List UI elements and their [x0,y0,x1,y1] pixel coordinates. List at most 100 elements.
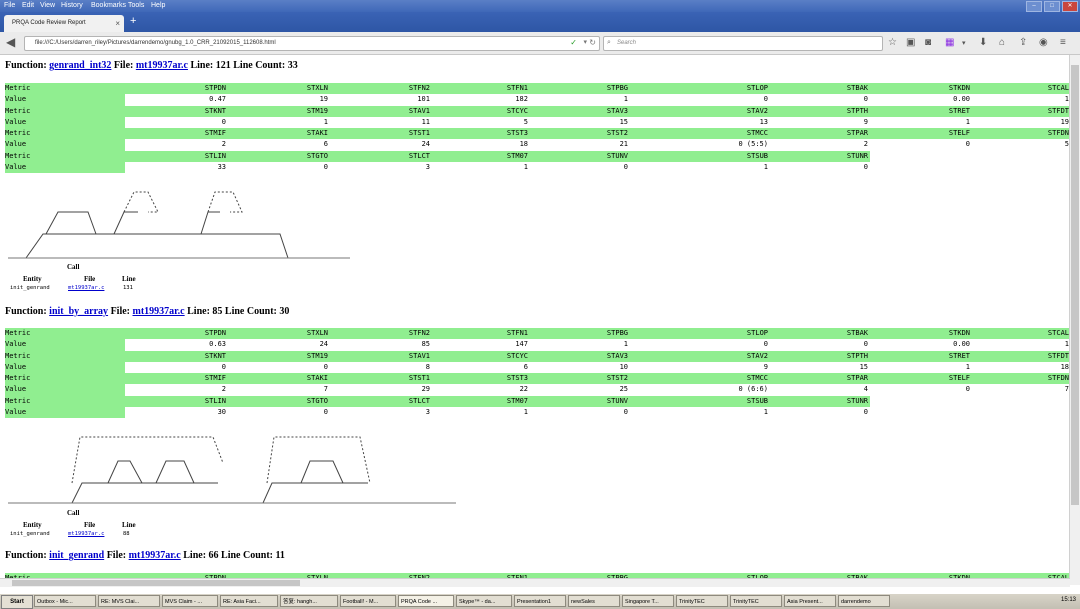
taskbar-item[interactable]: TrinityTEC [676,595,728,607]
taskbar-item[interactable]: Presentation1 [514,595,566,607]
menu-bookmarks[interactable]: Bookmarks [91,2,126,9]
metric-name-cell: STPAR [770,373,870,385]
file-label: File: [106,550,127,561]
metric-name-cell: STM07 [432,150,530,163]
metric-name: STELF [948,129,970,138]
metric-name: STST2 [606,129,628,138]
metric-value: 1 [523,408,528,417]
metric-value-cell: 7 [228,384,330,396]
line-value: 85 [212,306,223,317]
minimize-button[interactable]: – [1026,1,1042,12]
taskbar-item[interactable]: PRQA Code ... [398,595,454,607]
metric-label: Metric [5,151,31,160]
taskbar-item[interactable]: Singapore T... [622,595,674,607]
graph-dashed-outline [71,436,224,484]
vertical-scroll-thumb[interactable] [1071,65,1079,505]
metric-name-cell: STGTO [228,150,330,163]
horizontal-scroll-thumb[interactable] [12,580,300,586]
metric-name: STFDT [1047,351,1069,360]
taskbar-item[interactable]: newSales [568,595,620,607]
close-tab-icon[interactable]: × [115,19,120,28]
vertical-scrollbar[interactable] [1069,55,1080,585]
taskbar-item[interactable]: Skype™ - da... [456,595,512,607]
bookmark-star-icon[interactable]: ☆ [888,37,897,48]
call-file-link[interactable]: mt19937ar.c [68,285,104,291]
menu-tools[interactable]: Tools [128,2,144,9]
metric-value-cell: 0 [530,407,630,419]
horizontal-scrollbar[interactable] [0,578,1070,587]
call-file-link[interactable]: mt19937ar.c [68,531,104,537]
metric-value-cell: 0.00 [870,339,972,351]
taskbar-item[interactable]: TrinityTEC [730,595,782,607]
metric-value-row: Value 2 7 29 22 25 0 (6:6) 4 0 7 [5,384,1070,396]
taskbar-item[interactable]: Outbox - Mic... [34,595,96,607]
chat-icon[interactable]: ◉ [1039,37,1048,48]
taskbar-item[interactable]: Asia Present... [784,595,836,607]
back-icon[interactable]: ◀ [6,35,15,49]
home-icon[interactable]: ⌂ [999,37,1005,48]
taskbar-item[interactable]: RE: MVS Clai... [98,595,160,607]
search-input[interactable]: ⌕ Search [603,36,883,51]
taskbar-item[interactable]: 答复: hangh... [280,595,338,607]
taskbar-item[interactable]: MVS Claim - ... [162,595,218,607]
metric-name: STFN2 [408,329,430,337]
function-link[interactable]: genrand_int32 [49,60,111,71]
metric-name-cell: STFDT [972,350,1070,362]
metric-name-cell: STFN1 [432,83,530,95]
line-value: 121 [215,60,231,71]
metric-value: 0 [623,408,628,417]
metric-name-cell: STUNR [770,150,870,163]
bookmarks-menu-icon[interactable]: ▦ [945,37,954,48]
bookmarks-dropdown-icon[interactable]: ▾ [962,39,966,47]
metric-name-cell: STFN1 [432,328,530,340]
share-icon[interactable]: ⇪ [1019,37,1027,48]
taskbar-item[interactable]: RE: Asia Faci... [220,595,278,607]
metric-label-cell: Metric [5,83,125,95]
menu-edit[interactable]: Edit [22,2,34,9]
metric-value: 2 [221,385,226,394]
metric-value-row: Value 0 1 11 5 15 13 9 1 19 [5,116,1070,129]
metric-name: STCYC [506,106,528,115]
new-tab-icon[interactable]: + [130,15,136,27]
metric-name-cell: STLIN [125,395,228,408]
hamburger-menu-icon[interactable]: ≡ [1060,37,1066,48]
value-label-cell: Value [5,361,125,374]
metric-name-cell: STUNV [530,150,630,163]
menu-help[interactable]: Help [151,2,165,9]
pocket-icon[interactable]: ◙ [925,37,931,48]
graph-outline [155,460,195,484]
clipboard-icon[interactable]: ▣ [906,37,915,48]
menu-file[interactable]: File [4,2,15,9]
metric-value: 1 [623,95,628,104]
metric-value-cell: 1 [972,94,1070,106]
search-placeholder: Search [617,40,637,46]
close-window-button[interactable]: ✕ [1062,1,1078,12]
reload-icon[interactable]: ↻ [589,38,596,47]
metric-value: 0 [863,163,868,172]
metric-value: 0 [623,163,628,172]
metric-value-cell: 25 [530,384,630,396]
metric-name: STUNV [606,151,628,160]
taskbar-item[interactable]: darrendemo [838,595,890,607]
file-link[interactable]: mt19937ar.c [133,306,185,317]
value-label-cell: Value [5,407,125,419]
tab-prqa-report[interactable]: PRQA Code Review Report × [4,15,124,32]
dropdown-icon[interactable]: ▾ [583,38,587,46]
function-link[interactable]: init_by_array [49,306,108,317]
metric-value: 0 [763,95,768,104]
call-title: Call [67,509,80,517]
menu-history[interactable]: History [61,2,83,9]
downloads-icon[interactable]: ⬇ [979,37,987,48]
metric-name-cell: STPAR [770,128,870,140]
metric-name: STPTH [846,106,868,115]
metric-value-cell: 0 [770,162,870,174]
function-link[interactable]: init_genrand [49,550,104,561]
menu-view[interactable]: View [40,2,55,9]
taskbar-item[interactable]: Football! - M... [340,595,396,607]
start-button[interactable]: Start [1,595,33,609]
file-link[interactable]: mt19937ar.c [136,60,188,71]
file-link[interactable]: mt19937ar.c [129,550,181,561]
maximize-button[interactable]: □ [1044,1,1060,12]
value-label: Value [5,385,27,394]
address-bar[interactable]: file:///C:/Users/darren_riley/Pictures/d… [24,36,600,51]
